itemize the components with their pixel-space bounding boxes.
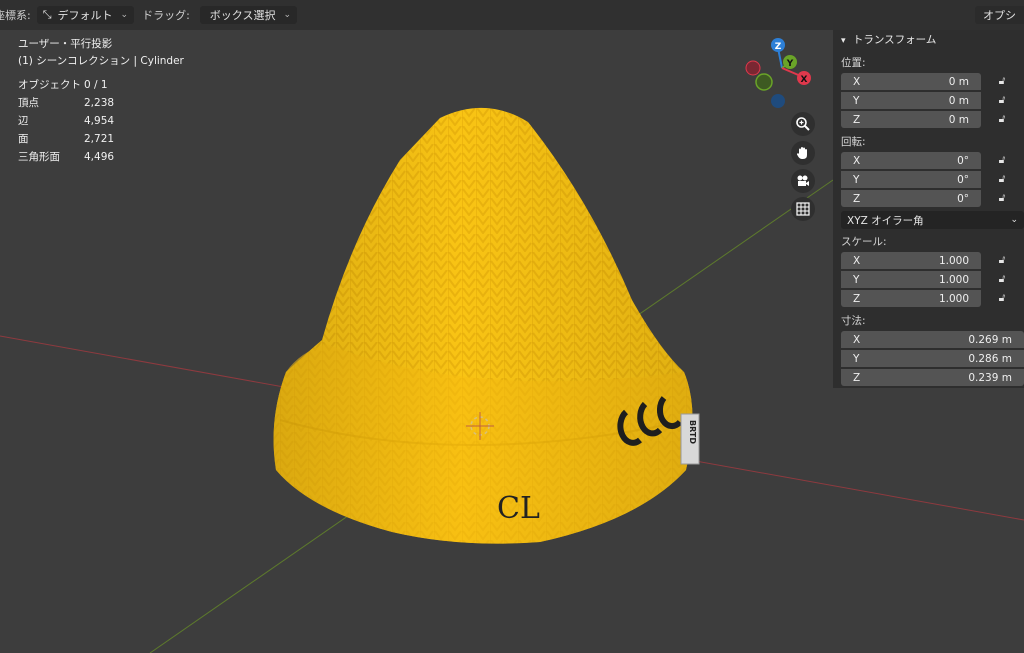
location-y-field[interactable]: Y0 m: [841, 92, 981, 109]
camera-view-button[interactable]: [791, 169, 815, 193]
dimensions-y-field[interactable]: Y 0.286 m: [841, 350, 1024, 367]
location-y-row: Y0 m 🔓︎: [841, 91, 1024, 110]
coord-system-label: 座標系:: [0, 9, 31, 22]
location-label: 位置:: [841, 57, 866, 69]
options-label: オプシ: [983, 9, 1016, 22]
coord-system-dropdown[interactable]: ⤡ デフォルト ⌄: [36, 6, 135, 24]
lock-icon[interactable]: 🔓︎: [995, 75, 1009, 89]
rotation-z-row: Z 0° 🔓︎: [841, 189, 1024, 208]
zoom-button[interactable]: [791, 112, 815, 136]
lock-icon[interactable]: 🔓︎: [995, 292, 1009, 306]
view-name: ユーザー・平行投影: [18, 38, 113, 50]
lock-icon[interactable]: 🔓︎: [995, 113, 1009, 127]
transform-panel-header[interactable]: ▾ トランスフォーム: [833, 30, 1024, 50]
scene-statistics: オブジェクト 0 / 1 頂点 2,238 辺 4,954 面 2,721 三角形面 4,…: [18, 76, 184, 166]
stats-row-faces: 面 2,721: [18, 133, 115, 145]
coord-system-value: デフォルト: [57, 9, 113, 22]
orthographic-toggle-button[interactable]: [791, 197, 815, 221]
scale-y-field[interactable]: Y 1.000: [841, 271, 981, 288]
lock-icon[interactable]: 🔓︎: [995, 94, 1009, 108]
dimensions-label: 寸法:: [841, 315, 866, 327]
lock-icon[interactable]: 🔓︎: [995, 273, 1009, 287]
transform-panel: ▾ トランスフォーム 位置: X0 m 🔓︎ Y0 m 🔓︎ Z0 m 🔓︎ 回転: …: [833, 30, 1024, 388]
lock-icon[interactable]: 🔓︎: [995, 173, 1009, 187]
chevron-down-icon: ⌄: [283, 10, 292, 20]
collection-info: (1) シーンコレクション | Cylinder: [18, 55, 184, 67]
rotation-x-row: X 0° 🔓︎: [841, 151, 1024, 170]
scale-label: スケール:: [841, 236, 887, 248]
beanie-tag-text: BRTD: [688, 420, 697, 444]
stats-row-objects: オブジェクト 0 / 1: [18, 79, 108, 91]
hand-icon: [796, 147, 807, 159]
lock-icon[interactable]: 🔓︎: [995, 154, 1009, 168]
chevron-down-icon: ⌄: [120, 10, 129, 20]
viewport-info-overlay: ユーザー・平行投影 (1) シーンコレクション | Cylinder オブジェク…: [18, 36, 184, 166]
chevron-down-icon: ⌄: [1010, 215, 1018, 225]
drag-dropdown[interactable]: ボックス選択 ⌄: [199, 6, 298, 24]
scale-x-field[interactable]: X 1.000: [841, 252, 981, 269]
scale-z-row: Z 1.000 🔓︎: [841, 289, 1024, 308]
transform-panel-title: トランスフォーム: [852, 34, 937, 46]
chevron-down-icon: ▾: [841, 36, 846, 46]
stats-row-triangles: 三角形面 4,496: [18, 151, 115, 163]
drag-value: ボックス選択: [209, 9, 276, 22]
stats-row-edges: 辺 4,954: [18, 115, 115, 127]
scale-z-field[interactable]: Z 1.000: [841, 290, 981, 307]
location-z-field[interactable]: Z0 m: [841, 111, 981, 128]
beanie-logo: CL: [497, 491, 540, 526]
viewport-header: 座標系: ⤡ デフォルト ⌄ ドラッグ: ボックス選択 ⌄ オプシ: [0, 0, 1024, 30]
rotation-z-field[interactable]: Z 0°: [841, 190, 981, 207]
dimensions-x-row: X 0.269 m: [841, 330, 1024, 349]
grid-icon: [796, 202, 810, 216]
stats-row-vertices: 頂点 2,238: [18, 97, 115, 109]
lock-icon[interactable]: 🔓︎: [995, 254, 1009, 268]
pan-button[interactable]: [791, 141, 815, 165]
lock-icon[interactable]: 🔓︎: [995, 192, 1009, 206]
gizmo-z-label[interactable]: Z: [775, 42, 782, 52]
rotation-y-row: Y 0° 🔓︎: [841, 170, 1024, 189]
location-z-row: Z0 m 🔓︎: [841, 110, 1024, 129]
scale-y-row: Y 1.000 🔓︎: [841, 270, 1024, 289]
transform-orientation-icon: ⤡: [42, 8, 52, 21]
rotation-mode-value: XYZ オイラー角: [847, 214, 924, 227]
options-button[interactable]: オプシ: [975, 6, 1024, 24]
zoom-icon: [796, 117, 810, 131]
dimensions-y-row: Y 0.286 m: [841, 349, 1024, 368]
rotation-y-field[interactable]: Y 0°: [841, 171, 981, 188]
location-x-row: X0 m 🔓︎: [841, 72, 1024, 91]
gizmo-y-label[interactable]: Y: [786, 59, 794, 69]
gizmo-x-label[interactable]: X: [801, 75, 808, 85]
dimensions-z-field[interactable]: Z 0.239 m: [841, 369, 1024, 386]
camera-icon: [797, 175, 809, 186]
rotation-x-field[interactable]: X 0°: [841, 152, 981, 169]
dimensions-z-row: Z 0.239 m: [841, 368, 1024, 387]
location-x-field[interactable]: X0 m: [841, 73, 981, 90]
drag-label: ドラッグ:: [142, 9, 190, 22]
rotation-label: 回転:: [841, 136, 866, 148]
rotation-mode-dropdown[interactable]: XYZ オイラー角 ⌄: [841, 211, 1024, 229]
dimensions-x-field[interactable]: X 0.269 m: [841, 331, 1024, 348]
scale-x-row: X 1.000 🔓︎: [841, 251, 1024, 270]
